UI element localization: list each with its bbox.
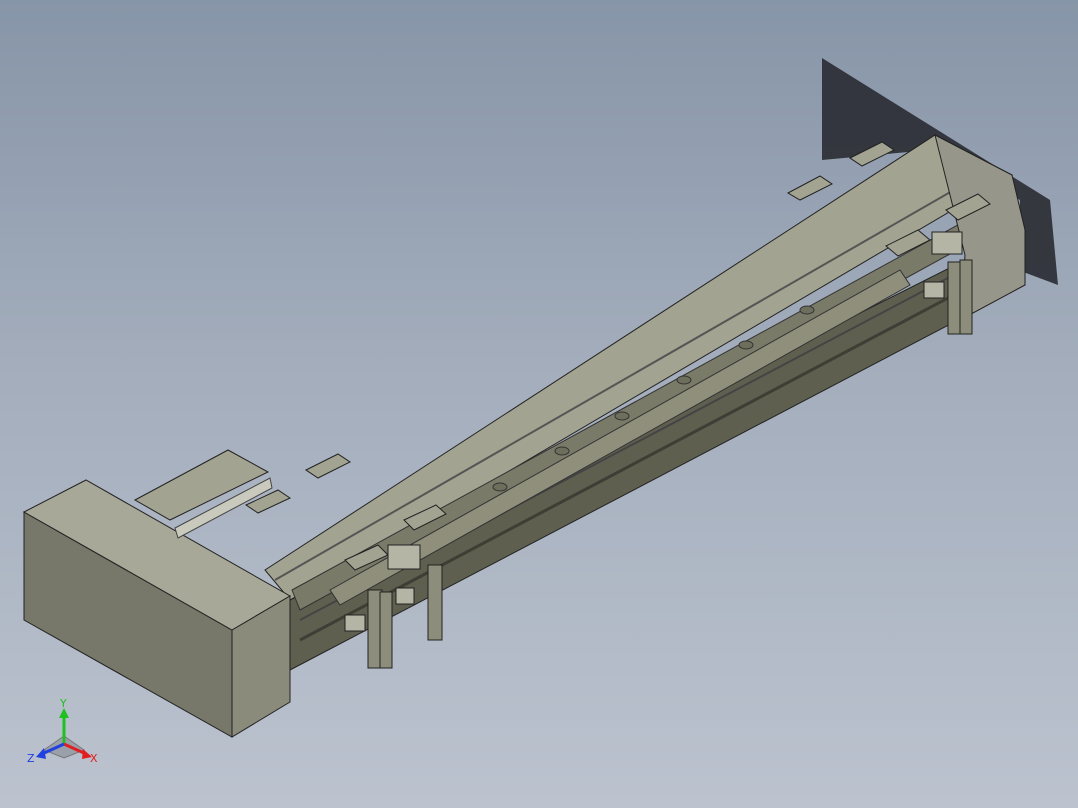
x-axis-label: X [90,752,98,765]
coupling-block-top [133,449,270,521]
orientation-triad[interactable]: Y X Z [26,694,106,768]
rail-groove-line [274,174,981,581]
y-axis-label: Y [59,697,67,710]
linear-module-model[interactable] [0,0,1078,808]
z-axis-label: Z [27,752,35,765]
rail-top-face [264,134,1014,601]
cad-viewport[interactable]: Y X Z [0,0,1078,808]
